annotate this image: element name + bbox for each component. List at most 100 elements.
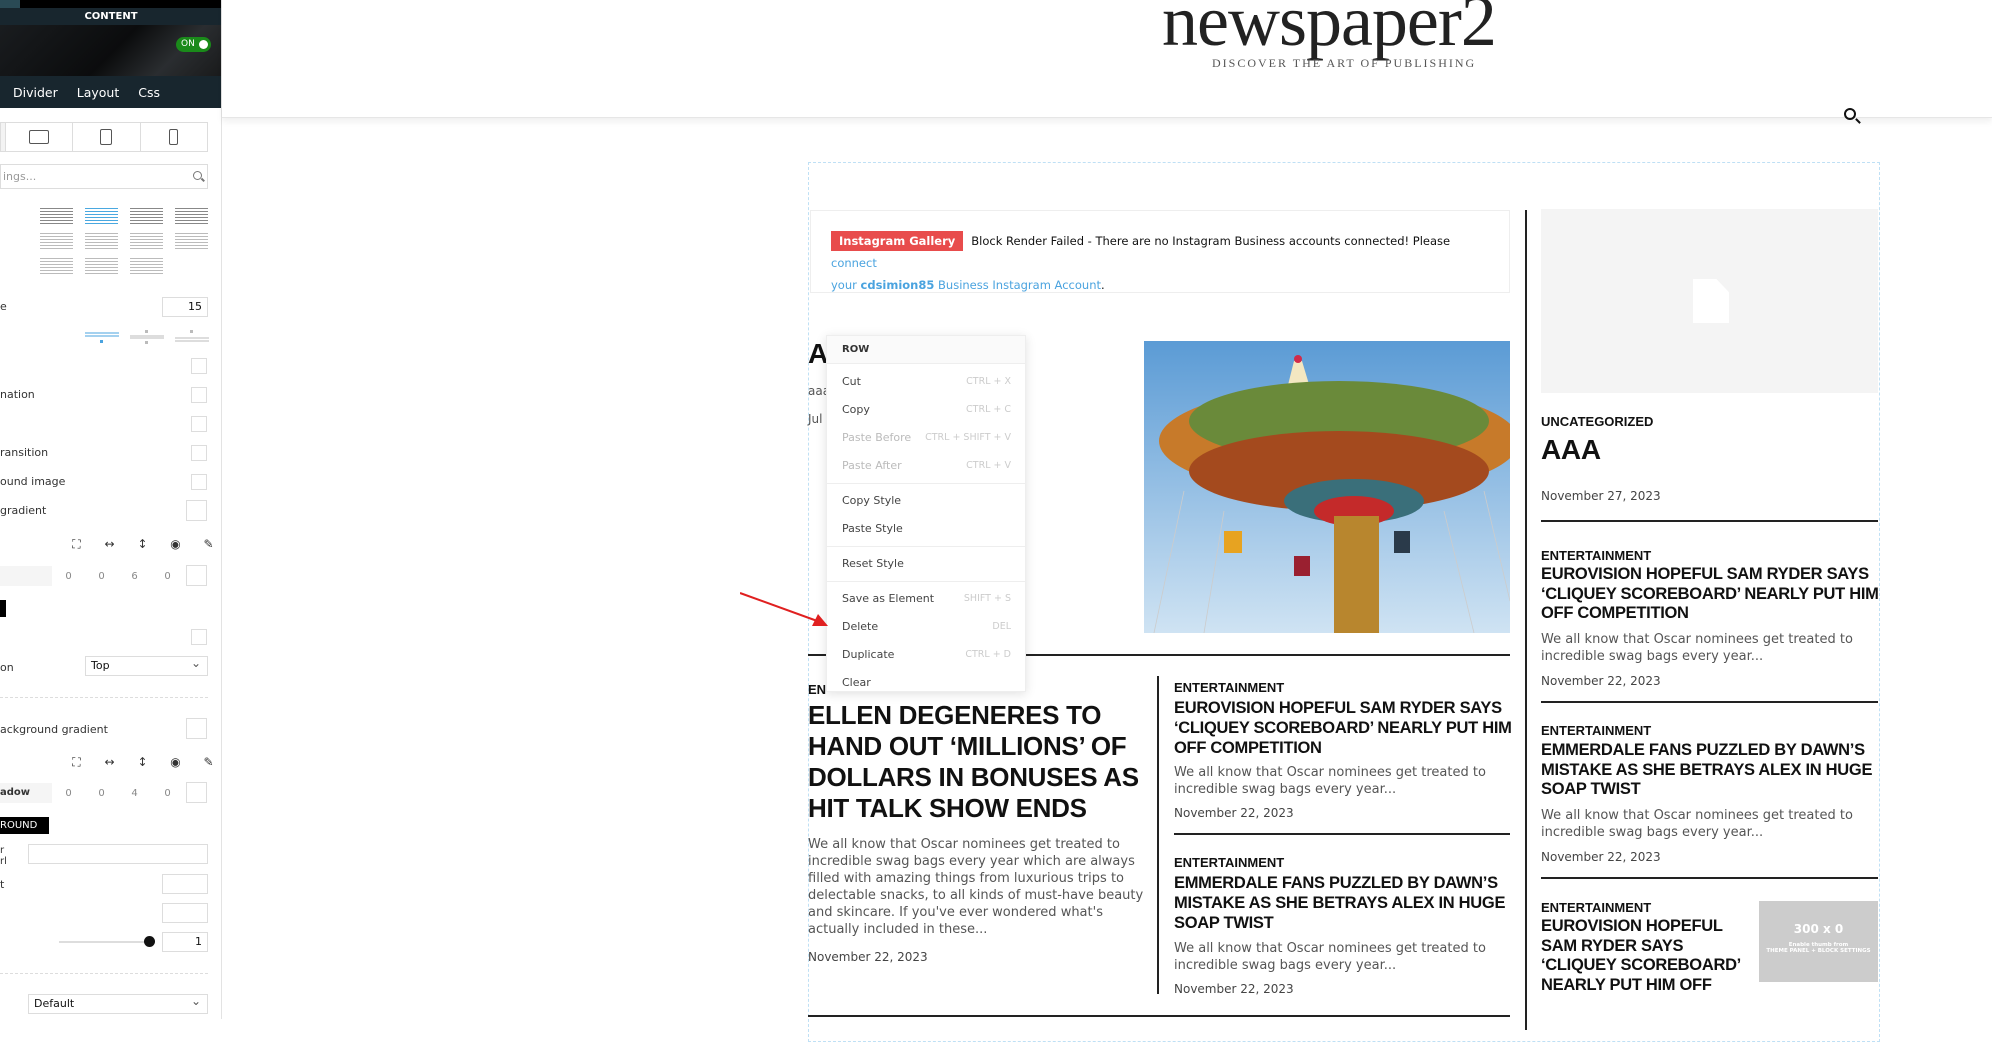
article-category[interactable]: EN: [808, 682, 826, 697]
menu-item-duplicate[interactable]: Duplicate CTRL + D: [827, 641, 1025, 669]
search-icon[interactable]: [1844, 108, 1856, 120]
tab-layout[interactable]: Layout: [77, 85, 120, 100]
padding-color-picker[interactable]: [186, 565, 207, 586]
device-phone[interactable]: [139, 123, 207, 151]
layout-option[interactable]: [40, 208, 73, 225]
device-tablet-landscape[interactable]: [5, 123, 72, 151]
padding-right[interactable]: 0: [85, 571, 118, 582]
menu-item-cut[interactable]: Cut CTRL + X: [827, 368, 1025, 396]
article-excerpt: We all know that Oscar nominees get trea…: [1174, 941, 1486, 973]
shadow-spread[interactable]: 0: [151, 788, 184, 799]
expand-icon[interactable]: ⛶: [60, 755, 93, 770]
opacity-input[interactable]: 1: [162, 932, 208, 952]
article-title[interactable]: ELLEN DEGENERES TO HAND OUT ‘MILLIONS’ O…: [808, 700, 1148, 824]
align-middle-icon[interactable]: [130, 330, 164, 344]
option-checkbox[interactable]: [191, 358, 207, 374]
layout-option[interactable]: [130, 208, 163, 225]
bg-size-input[interactable]: [162, 874, 208, 894]
settings-search-input[interactable]: ings...: [0, 164, 208, 189]
radial-icon[interactable]: ◉: [159, 537, 192, 552]
shadow-color-picker[interactable]: [186, 782, 207, 803]
pagination-checkbox[interactable]: [191, 387, 207, 403]
padding-bottom[interactable]: 6: [118, 571, 151, 582]
align-bottom-icon[interactable]: [175, 330, 209, 344]
vertical-arrows-icon[interactable]: ↕: [126, 537, 159, 552]
bg-position-input[interactable]: [162, 903, 208, 923]
on-toggle[interactable]: ON: [176, 37, 211, 52]
connect-link[interactable]: connect your cdsimion85 Business Instagra…: [831, 256, 1101, 292]
layout-option[interactable]: [130, 233, 163, 250]
bg-image-checkbox[interactable]: [191, 474, 207, 490]
option-checkbox[interactable]: [191, 416, 207, 432]
menu-item-copy[interactable]: Copy CTRL + C: [827, 396, 1025, 424]
page-canvas: newspaper2 DISCOVER THE ART OF PUBLISHIN…: [222, 0, 1992, 1042]
pencil-icon[interactable]: ✎: [192, 755, 221, 770]
menu-item-save-as-element[interactable]: Save as Element SHIFT + S: [827, 585, 1025, 613]
article-title[interactable]: EUROVISION HOPEFUL SAM RYDER SAYS ‘CLIQU…: [1541, 565, 1881, 624]
article-category[interactable]: ENTERTAINMENT: [1174, 855, 1284, 870]
article-category[interactable]: ENTERTAINMENT: [1174, 680, 1284, 695]
layout-option[interactable]: [175, 233, 208, 250]
header-bar: [20, 0, 221, 8]
tab-css[interactable]: Css: [138, 85, 160, 100]
style-select[interactable]: Default: [28, 992, 208, 1014]
article-excerpt: We all know that Oscar nominees get trea…: [1174, 765, 1486, 797]
bg-gradient-picker[interactable]: [186, 718, 207, 739]
slider-thumb[interactable]: [144, 936, 155, 947]
padding-left[interactable]: 0: [151, 571, 184, 582]
expand-icon[interactable]: ⛶: [60, 537, 93, 552]
pencil-icon[interactable]: ✎: [192, 537, 221, 552]
option-checkbox[interactable]: [191, 629, 207, 645]
article-title[interactable]: EUROVISION HOPEFUL SAM RYDER SAYS ‘CLIQU…: [1541, 917, 1751, 995]
annotation-arrow-icon: [740, 592, 828, 626]
device-tablet-portrait[interactable]: [72, 123, 139, 151]
bg-url-input[interactable]: [28, 844, 208, 864]
layout-option[interactable]: [175, 208, 208, 225]
menu-item-paste-before[interactable]: Paste Before CTRL + SHIFT + V: [827, 424, 1025, 452]
layout-option[interactable]: [85, 233, 118, 250]
menu-item-delete[interactable]: Delete DEL: [827, 613, 1025, 641]
transition-checkbox[interactable]: [191, 445, 207, 461]
article-title[interactable]: EMMERDALE FANS PUZZLED BY DAWN’S MISTAKE…: [1174, 873, 1514, 933]
link-text: your: [831, 278, 861, 292]
layout-option[interactable]: [130, 258, 163, 275]
site-logo[interactable]: newspaper2: [1162, 0, 1497, 63]
shadow-blur[interactable]: 4: [118, 788, 151, 799]
article-category[interactable]: UNCATEGORIZED: [1541, 414, 1653, 429]
horizontal-arrows-icon[interactable]: ↔: [93, 537, 126, 552]
article-date: November 22, 2023: [1174, 982, 1294, 996]
carousel-photo[interactable]: [1144, 341, 1510, 633]
layout-option[interactable]: [85, 258, 118, 275]
menu-item-paste-after[interactable]: Paste After CTRL + V: [827, 452, 1025, 480]
article-title[interactable]: EUROVISION HOPEFUL SAM RYDER SAYS ‘CLIQU…: [1174, 698, 1514, 758]
tab-divider[interactable]: Divider: [13, 85, 58, 100]
shadow-y[interactable]: 0: [85, 788, 118, 799]
menu-label: Copy Style: [842, 494, 902, 507]
vertical-arrows-icon[interactable]: ↕: [126, 755, 159, 770]
color-swatch[interactable]: [0, 600, 6, 617]
layout-option[interactable]: [40, 233, 73, 250]
menu-item-copy-style[interactable]: Copy Style: [827, 487, 1025, 515]
menu-item-clear[interactable]: Clear: [827, 669, 1025, 697]
divider: [0, 973, 208, 974]
article-title[interactable]: EMMERDALE FANS PUZZLED BY DAWN’S MISTAKE…: [1541, 741, 1881, 800]
article-category[interactable]: ENTERTAINMENT: [1541, 900, 1651, 915]
shadow-x[interactable]: 0: [52, 788, 85, 799]
limit-input[interactable]: 15: [162, 297, 208, 317]
layout-option[interactable]: [40, 258, 73, 275]
image-placeholder[interactable]: [1541, 209, 1878, 393]
position-select[interactable]: Top: [85, 654, 208, 676]
opacity-slider[interactable]: [59, 936, 155, 947]
gradient-color-picker[interactable]: [186, 500, 207, 521]
article-category[interactable]: ENTERTAINMENT: [1541, 548, 1651, 563]
menu-item-paste-style[interactable]: Paste Style: [827, 515, 1025, 543]
article-category[interactable]: ENTERTAINMENT: [1541, 723, 1651, 738]
menu-item-reset-style[interactable]: Reset Style: [827, 550, 1025, 578]
layout-option-selected[interactable]: [85, 208, 118, 225]
padding-top[interactable]: 0: [52, 571, 85, 582]
article-title[interactable]: AAA: [1541, 434, 1601, 466]
device-switcher: [0, 122, 208, 152]
horizontal-arrows-icon[interactable]: ↔: [93, 755, 126, 770]
align-top-icon[interactable]: [85, 330, 119, 344]
radial-icon[interactable]: ◉: [159, 755, 192, 770]
